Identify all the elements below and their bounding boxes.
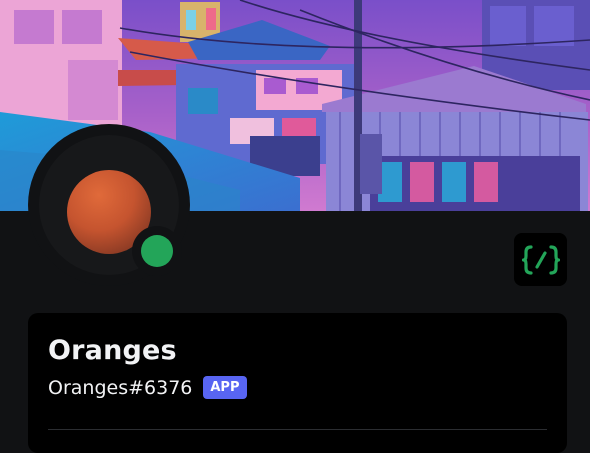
profile-card: Oranges Oranges#6376 APP [28, 313, 567, 453]
online-status-icon [141, 235, 173, 267]
slash-command-icon [521, 244, 560, 275]
display-name: Oranges [48, 335, 177, 366]
status-indicator [132, 226, 182, 276]
card-divider [48, 429, 547, 430]
app-badge: APP [203, 376, 247, 399]
username-tag[interactable]: Oranges#6376 [48, 377, 192, 399]
slash-command-badge[interactable] [514, 233, 567, 286]
username-row: Oranges#6376 APP [48, 376, 247, 399]
